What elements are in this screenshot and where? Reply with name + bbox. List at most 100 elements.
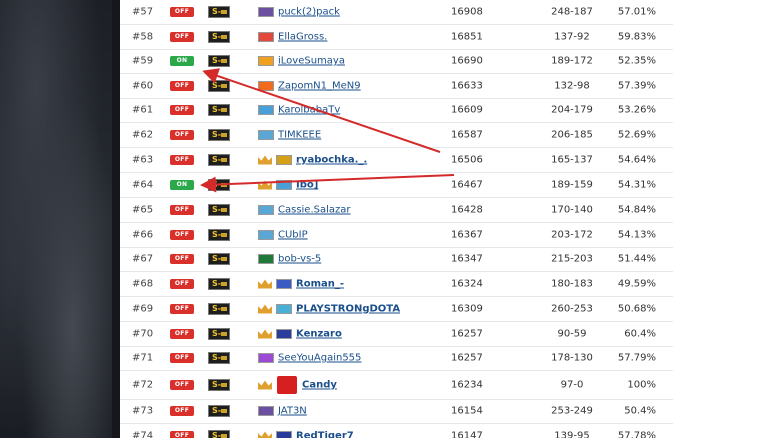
avatar <box>277 376 297 394</box>
mmr-value: 16908 <box>451 6 483 18</box>
crown-icon <box>258 279 272 289</box>
country-flag-icon <box>258 32 274 42</box>
player-name-link[interactable]: ryabochka._. <box>296 155 367 166</box>
country-flag-icon <box>276 279 292 289</box>
rank-number: #59 <box>132 55 154 67</box>
table-row: #66 OFF S- CUbIP 16367 203-172 54.13% <box>120 223 673 248</box>
win-rate: 54.84% <box>617 204 656 216</box>
leaderboard-table: #57 OFF S-puck(2)pack 16908 248-187 57.01% #58… <box>120 0 673 438</box>
status-badge: OFF <box>170 353 194 363</box>
medal-badge: S- <box>208 179 230 191</box>
medal-badge: S- <box>208 229 230 241</box>
rank-number: #73 <box>132 405 154 417</box>
table-row: #73 OFF S- JAT3N 16154 253-249 50.4% <box>120 399 673 424</box>
medal-badge: S- <box>208 31 230 43</box>
country-flag-icon <box>276 180 292 190</box>
mmr-value: 16633 <box>451 80 483 92</box>
country-flag-icon <box>276 304 292 314</box>
mmr-value: 16257 <box>451 328 483 340</box>
win-rate: 59.83% <box>617 31 656 43</box>
country-flag-icon <box>258 130 274 140</box>
player-name-link[interactable]: CUbIP <box>278 230 308 241</box>
table-row: #62 OFF S- TIMKEEE 16587 206-185 52.69% <box>120 123 673 148</box>
status-badge: OFF <box>170 81 194 91</box>
table-row: #61 OFF S- KarolbabaTv 16609 204-179 53.26% <box>120 98 673 123</box>
player-name-link[interactable]: KarolbabaTv <box>278 105 340 116</box>
win-rate: 50.4% <box>624 405 656 417</box>
table-row: #65 OFF S- Cassie.Salazar 16428 170-140 54.84% <box>120 198 673 223</box>
rank-number: #64 <box>132 179 154 191</box>
status-badge: OFF <box>170 406 194 416</box>
medal-badge: S- <box>208 204 230 216</box>
player-name-link[interactable]: TIMKEEE <box>278 130 321 141</box>
rank-number: #69 <box>132 303 154 315</box>
rank-number: #63 <box>132 154 154 166</box>
country-flag-icon <box>258 7 274 17</box>
player-name-link[interactable]: JAT3N <box>278 406 307 417</box>
win-rate: 52.35% <box>617 55 656 67</box>
player-name-link[interactable]: Candy <box>302 380 337 391</box>
win-rate: 60.4% <box>624 328 656 340</box>
player-name-link[interactable]: Cassie.Salazar <box>278 205 351 216</box>
country-flag-icon <box>276 329 292 339</box>
rank-number: #68 <box>132 278 154 290</box>
player-name-link[interactable]: iLoveSumaya <box>278 56 345 67</box>
table-row: #59 ON S-iLoveSumaya 16690 189-172 52.35% <box>120 49 673 74</box>
win-rate: 57.39% <box>617 80 656 92</box>
country-flag-icon <box>258 230 274 240</box>
mmr-value: 16428 <box>451 204 483 216</box>
table-row: #74 OFF S- RedTiger7 16147 139-95 57.78% <box>120 424 673 438</box>
mmr-value: 16309 <box>451 303 483 315</box>
player-name-link[interactable]: ZapomN1_MeN9 <box>278 81 361 92</box>
status-badge: OFF <box>170 205 194 215</box>
player-name-link[interactable]: EllaGross. <box>278 32 327 43</box>
rank-number: #58 <box>132 31 154 43</box>
rank-number: #71 <box>132 352 154 364</box>
table-row: #71 OFF S- SeeYouAgain555 16257 178-130 57.79% <box>120 346 673 371</box>
player-name-link[interactable]: Kenzaro <box>296 329 342 340</box>
status-badge: OFF <box>170 105 194 115</box>
table-row: #58 OFF S- EllaGross. 16851 137-92 59.83% <box>120 25 673 50</box>
player-name-link[interactable]: RedTiger7 <box>296 431 354 438</box>
table-row: #63 OFF S-ryabochka._. 16506 165-137 54.64% <box>120 148 673 173</box>
player-name-link[interactable]: puck(2)pack <box>278 7 340 18</box>
rank-number: #66 <box>132 229 154 241</box>
status-badge: OFF <box>170 329 194 339</box>
medal-badge: S- <box>208 328 230 340</box>
win-rate: 54.31% <box>617 179 656 191</box>
player-name-link[interactable]: Roman_- <box>296 279 344 290</box>
win-rate: 57.78% <box>617 430 656 438</box>
player-name-link[interactable]: PLAYSTRONgDOTA <box>296 304 400 315</box>
country-flag-icon <box>258 56 274 66</box>
country-flag-icon <box>258 353 274 363</box>
player-name-link[interactable]: bob-vs-5 <box>278 254 321 265</box>
mmr-value: 16347 <box>451 253 483 265</box>
medal-badge: S- <box>208 379 230 391</box>
table-row: #70 OFF S- Kenzaro 16257 90-59 60.4% <box>120 322 673 347</box>
player-name-link[interactable]: SeeYouAgain555 <box>278 353 361 364</box>
table-row: #69 OFF S- PLAYSTRONgDOTA 16309 260-253 50.68% <box>120 297 673 322</box>
country-flag-icon <box>258 406 274 416</box>
country-flag-icon <box>258 254 274 264</box>
status-badge: OFF <box>170 304 194 314</box>
status-badge: OFF <box>170 32 194 42</box>
medal-badge: S- <box>208 6 230 18</box>
rank-number: #70 <box>132 328 154 340</box>
medal-badge: S- <box>208 80 230 92</box>
status-badge: ON <box>170 180 194 190</box>
player-name-link[interactable]: Ibo] <box>296 180 318 191</box>
country-flag-icon <box>258 105 274 115</box>
mmr-value: 16367 <box>451 229 483 241</box>
win-rate: 54.64% <box>617 154 656 166</box>
rank-number: #57 <box>132 6 154 18</box>
mmr-value: 16467 <box>451 179 483 191</box>
medal-badge: S- <box>208 303 230 315</box>
crown-icon <box>258 329 272 339</box>
country-flag-icon <box>258 205 274 215</box>
background-artwork <box>0 0 120 438</box>
table-row: #57 OFF S-puck(2)pack 16908 248-187 57.01% <box>120 0 673 25</box>
status-badge: ON <box>170 56 194 66</box>
country-flag-icon <box>258 81 274 91</box>
win-rate: 53.26% <box>617 104 656 116</box>
status-badge: OFF <box>170 380 194 390</box>
